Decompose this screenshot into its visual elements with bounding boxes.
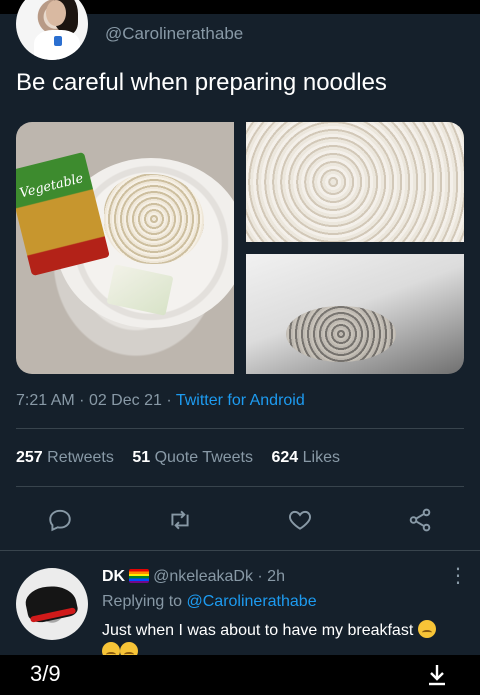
reply-icon[interactable] [46,506,74,534]
tweet-date: 02 Dec 21 [88,392,162,409]
divider [16,428,464,429]
rainbow-flag-icon [129,569,150,583]
reply-avatar[interactable] [16,568,88,640]
tweet-actions [0,500,480,540]
reply-time: 2h [267,568,285,585]
author-handle[interactable]: @Carolinerathabe [105,24,243,44]
pack-label: Vegetable [18,171,86,202]
author-avatar[interactable] [16,0,88,60]
reply-author-handle[interactable]: @nkeleakaDk [153,568,253,585]
reply-header: DK @nkeleakaDk · 2h [102,568,285,585]
more-options-icon[interactable]: ⋮ [448,566,468,586]
photo-noodles-closeup[interactable] [246,122,464,242]
share-icon[interactable] [406,506,434,534]
likes-stat[interactable]: 624 Likes [271,449,340,466]
tweet-media-grid: Vegetable [16,122,464,374]
noodle-pack: Vegetable [16,151,110,277]
disappointed-face-icon [417,620,436,638]
photo-noodles-plate[interactable]: Vegetable [16,122,234,374]
tweet-source-link[interactable]: Twitter for Android [176,392,305,409]
tweet-stats: 257 Retweets 51 Quote Tweets 624 Likes [16,449,354,467]
photo-found-object[interactable] [246,254,464,374]
replying-to-mention[interactable]: @Carolinerathabe [187,593,317,610]
media-viewer-bar: 3/9 [0,655,480,695]
retweets-stat[interactable]: 257 Retweets [16,449,114,466]
tweet-time: 7:21 AM [16,392,75,409]
retweet-icon[interactable] [166,506,194,534]
divider [0,550,480,551]
reply-author-name[interactable]: DK [102,568,125,585]
media-counter: 3/9 [30,661,61,686]
tweet-text: Be careful when preparing noodles [16,69,387,96]
download-icon[interactable] [426,663,448,687]
quotes-stat[interactable]: 51 Quote Tweets [132,449,253,466]
tweet-meta: 7:21 AM · 02 Dec 21 · Twitter for Androi… [16,392,305,409]
divider [16,486,464,487]
replying-to: Replying to @Carolinerathabe [102,593,317,610]
like-icon[interactable] [286,506,314,534]
